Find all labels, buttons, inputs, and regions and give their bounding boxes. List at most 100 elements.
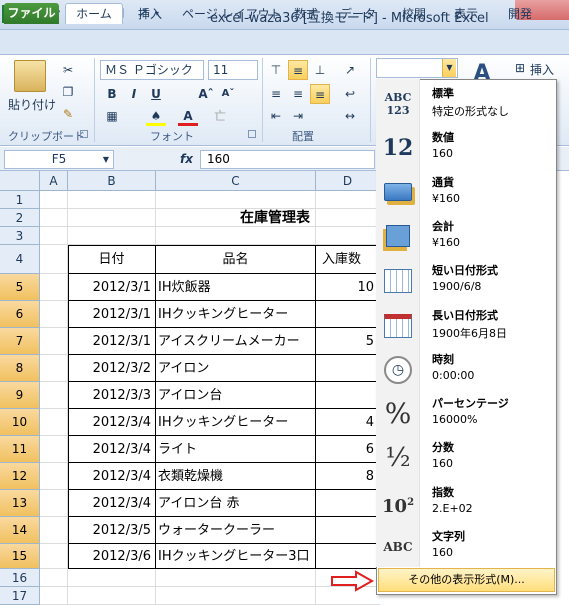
- name-box[interactable]: F5: [4, 150, 114, 169]
- cell-date[interactable]: 2012/3/6: [68, 544, 156, 569]
- cut-icon[interactable]: ✂: [58, 60, 78, 80]
- column-header-c[interactable]: C: [156, 171, 316, 191]
- cell-qty[interactable]: 5: [316, 328, 380, 355]
- header-item[interactable]: 品名: [156, 245, 316, 274]
- cell-qty[interactable]: [316, 490, 380, 517]
- column-header-d[interactable]: D: [316, 171, 380, 191]
- align-middle-icon[interactable]: ≡: [288, 60, 308, 80]
- align-bottom-icon[interactable]: ⊥: [310, 60, 330, 80]
- cell-qty[interactable]: [316, 382, 380, 409]
- row-header[interactable]: 1: [0, 191, 40, 209]
- clipboard-launcher-icon[interactable]: [80, 130, 88, 138]
- row-header[interactable]: 7: [0, 328, 40, 355]
- cell-qty[interactable]: 6: [316, 436, 380, 463]
- paste-button[interactable]: 貼り付け: [8, 96, 56, 113]
- row-header[interactable]: 14: [0, 517, 40, 544]
- tab-home[interactable]: ホーム: [65, 3, 123, 24]
- cell-qty[interactable]: [316, 301, 380, 328]
- grow-font-icon[interactable]: Aˆ: [196, 84, 216, 104]
- column-header-a[interactable]: A: [40, 171, 68, 191]
- row-header[interactable]: 3: [0, 227, 40, 245]
- merge-center-icon[interactable]: ↔: [340, 106, 360, 126]
- row-header[interactable]: 9: [0, 382, 40, 409]
- fill-color-icon[interactable]: ♠: [146, 106, 166, 126]
- cell-date[interactable]: 2012/3/5: [68, 517, 156, 544]
- number-format-dropdown-icon[interactable]: ▼: [442, 59, 456, 77]
- phonetic-icon[interactable]: 亡: [210, 106, 230, 126]
- cell-date[interactable]: 2012/3/2: [68, 355, 156, 382]
- insert-cells-icon[interactable]: ⊞: [510, 58, 530, 78]
- bold-icon[interactable]: B: [102, 84, 122, 104]
- font-name-combo[interactable]: ＭＳ Ｐゴシック: [100, 60, 204, 80]
- italic-icon[interactable]: I: [124, 84, 144, 104]
- cell-date[interactable]: 2012/3/4: [68, 409, 156, 436]
- row-header[interactable]: 6: [0, 301, 40, 328]
- cell-qty[interactable]: 4: [316, 409, 380, 436]
- orientation-icon[interactable]: ↗: [340, 60, 360, 80]
- copy-icon[interactable]: ❐: [58, 82, 78, 102]
- header-qty[interactable]: 入庫数: [316, 245, 380, 274]
- cell-date[interactable]: 2012/3/4: [68, 490, 156, 517]
- wrap-text-icon[interactable]: ↩: [340, 84, 360, 104]
- shrink-font-icon[interactable]: Aˇ: [218, 84, 238, 104]
- cell-item[interactable]: 衣類乾燥機: [156, 463, 316, 490]
- tab-formulas[interactable]: 数式: [286, 4, 326, 24]
- insert-cells-button[interactable]: 挿入: [530, 61, 554, 78]
- paste-icon[interactable]: [14, 60, 46, 92]
- column-header-b[interactable]: B: [68, 171, 156, 191]
- row-header[interactable]: 10: [0, 409, 40, 436]
- tab-file[interactable]: ファイル: [4, 3, 59, 24]
- align-right-icon[interactable]: ≡: [310, 84, 330, 104]
- cell-date[interactable]: 2012/3/1: [68, 274, 156, 301]
- format-painter-icon[interactable]: ✎: [58, 104, 78, 124]
- row-header[interactable]: 11: [0, 436, 40, 463]
- cell-date[interactable]: 2012/3/1: [68, 301, 156, 328]
- underline-icon[interactable]: U: [146, 84, 166, 104]
- cell-date[interactable]: 2012/3/4: [68, 463, 156, 490]
- borders-icon[interactable]: ▦: [102, 106, 122, 126]
- cell-qty[interactable]: 10: [316, 274, 380, 301]
- decrease-indent-icon[interactable]: ⇤: [266, 106, 286, 126]
- row-header[interactable]: 16: [0, 569, 40, 587]
- cell-qty[interactable]: 8: [316, 463, 380, 490]
- cell-item[interactable]: IH炊飯器: [156, 274, 316, 301]
- cell-qty[interactable]: [316, 355, 380, 382]
- tab-insert[interactable]: 挿入: [130, 4, 170, 24]
- row-header[interactable]: 13: [0, 490, 40, 517]
- cell-item[interactable]: アイロン: [156, 355, 316, 382]
- row-header[interactable]: 2: [0, 209, 40, 227]
- tab-developer[interactable]: 開発: [500, 4, 540, 24]
- cell-qty[interactable]: [316, 517, 380, 544]
- font-launcher-icon[interactable]: [248, 130, 256, 138]
- row-header[interactable]: 4: [0, 245, 40, 274]
- cell-item[interactable]: IHクッキングヒーター3口: [156, 544, 316, 569]
- header-date[interactable]: 日付: [68, 245, 156, 274]
- cell-date[interactable]: 2012/3/1: [68, 328, 156, 355]
- font-size-combo[interactable]: 11: [208, 60, 258, 80]
- row-header[interactable]: 15: [0, 544, 40, 569]
- align-center-icon[interactable]: ≡: [288, 84, 308, 104]
- select-all-corner[interactable]: [0, 171, 40, 191]
- formula-input[interactable]: 160: [200, 150, 375, 169]
- cell-date[interactable]: 2012/3/4: [68, 436, 156, 463]
- tab-page-layout[interactable]: ページ レイアウト: [182, 4, 282, 24]
- insert-function-icon[interactable]: fx: [180, 150, 198, 169]
- sheet-title-cell[interactable]: 在庫管理表: [240, 207, 310, 227]
- cell-item[interactable]: アイロン台 赤: [156, 490, 316, 517]
- more-number-formats-button[interactable]: その他の表示形式(M)...: [378, 568, 555, 592]
- increase-indent-icon[interactable]: ⇥: [288, 106, 308, 126]
- cell-item[interactable]: ライト: [156, 436, 316, 463]
- row-header[interactable]: 12: [0, 463, 40, 490]
- row-header[interactable]: 5: [0, 274, 40, 301]
- align-left-icon[interactable]: ≡: [266, 84, 286, 104]
- align-top-icon[interactable]: ⊤: [266, 60, 286, 80]
- cell-item[interactable]: ウォータークーラー: [156, 517, 316, 544]
- tab-data[interactable]: データ: [338, 4, 378, 24]
- row-header[interactable]: 17: [0, 587, 40, 605]
- cell-date[interactable]: 2012/3/3: [68, 382, 156, 409]
- cell-item[interactable]: アイロン台: [156, 382, 316, 409]
- cell-qty[interactable]: [316, 544, 380, 569]
- cell-item[interactable]: アイスクリームメーカー: [156, 328, 316, 355]
- name-box-dropdown-icon[interactable]: ▼: [100, 150, 112, 169]
- font-color-icon[interactable]: A: [178, 106, 198, 126]
